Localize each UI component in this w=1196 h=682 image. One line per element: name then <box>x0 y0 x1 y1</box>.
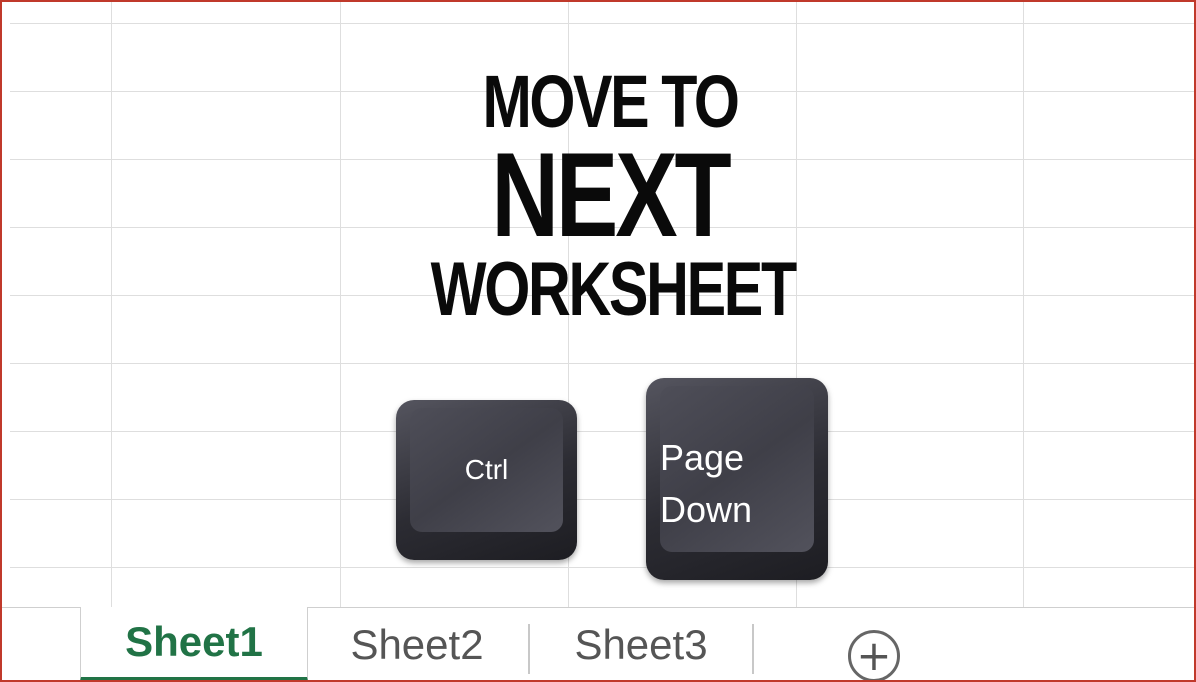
page-down-key: Page Down <box>646 378 828 580</box>
grid-row-line <box>10 363 1194 364</box>
title-line-next: NEXT <box>491 128 731 262</box>
grid-row-line <box>10 431 1194 432</box>
page-down-label-line2: Down <box>660 489 753 530</box>
grid-column-line <box>1023 2 1024 607</box>
grid-row-line <box>10 23 1194 24</box>
tab-sheet1[interactable]: Sheet1 <box>80 607 308 680</box>
plus-circle-icon: + <box>856 631 892 680</box>
tab-sheet3[interactable]: Sheet3 <box>532 608 750 680</box>
grid-column-line <box>111 2 112 607</box>
shortcut-title: MOVE TO NEXT WORKSHEET <box>380 62 840 332</box>
ctrl-key-label: Ctrl <box>410 408 563 532</box>
title-line-worksheet: WORKSHEET <box>430 247 798 332</box>
grid-row-line <box>10 499 1194 500</box>
page-down-key-face: Page Down <box>660 386 814 552</box>
add-sheet-button[interactable]: + <box>848 630 900 680</box>
page-down-label-line1: Page <box>660 437 745 478</box>
tab-separator <box>528 624 530 674</box>
tab-separator <box>752 624 754 674</box>
grid-row-line <box>10 567 1194 568</box>
grid-column-line <box>340 2 341 607</box>
tutorial-frame: MOVE TO NEXT WORKSHEET Ctrl Page Down Sh… <box>0 0 1196 682</box>
tab-sheet2[interactable]: Sheet2 <box>308 608 526 680</box>
ctrl-key: Ctrl <box>396 400 577 560</box>
sheet-tab-bar: Sheet1 Sheet2 Sheet3 + <box>2 607 1194 680</box>
